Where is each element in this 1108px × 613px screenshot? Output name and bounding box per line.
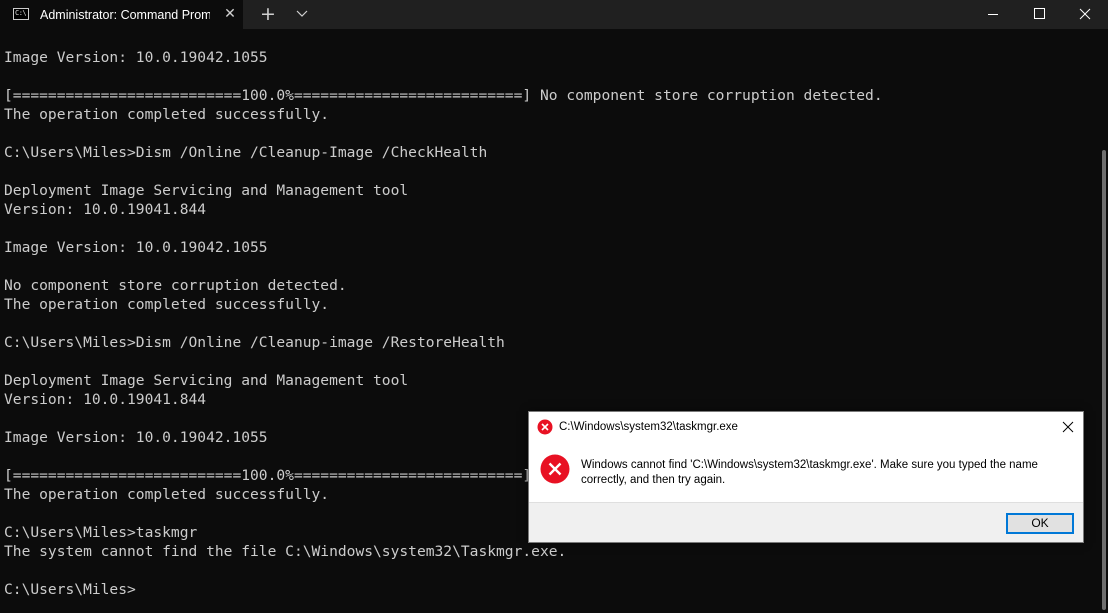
tab-close-icon[interactable]: ✕ [220, 4, 240, 24]
console-line: C:\Users\Miles> [4, 581, 136, 598]
console-line: [==========================100.0%=======… [4, 87, 883, 104]
dialog-close-icon[interactable] [1057, 416, 1079, 438]
error-dialog: C:\Windows\system32\taskmgr.exe Windows … [528, 411, 1084, 543]
console-line: The operation completed successfully. [4, 106, 330, 123]
dialog-title: C:\Windows\system32\taskmgr.exe [559, 421, 738, 433]
console-line: C:\Users\Miles>Dism /Online /Cleanup-ima… [4, 334, 505, 351]
console-line: Deployment Image Servicing and Managemen… [4, 182, 409, 199]
dialog-message: Windows cannot find 'C:\Windows\system32… [581, 459, 1038, 486]
terminal-icon-text: C:\ [15, 9, 27, 17]
dialog-footer: OK [529, 502, 1083, 542]
console-line: The system cannot find the file C:\Windo… [4, 543, 567, 560]
tab-command-prompt[interactable]: C:\ Administrator: Command Prompt ✕ [0, 0, 243, 29]
close-icon[interactable] [1062, 0, 1108, 29]
console-line: Version: 10.0.19041.844 [4, 201, 207, 218]
minimize-icon[interactable] [970, 0, 1016, 29]
new-tab-button[interactable]: + [256, 3, 280, 25]
tab-title: Administrator: Command Prompt [40, 8, 210, 22]
console-line: The operation completed successfully. [4, 296, 330, 313]
command-prompt-window: C:\ Administrator: Command Prompt ✕ + Im… [0, 0, 1108, 613]
scrollbar[interactable] [1102, 150, 1106, 610]
ok-button[interactable]: OK [1006, 513, 1074, 534]
error-icon [537, 419, 553, 435]
console-line: C:\Users\Miles>Dism /Online /Cleanup-Ima… [4, 144, 488, 161]
console-line: Deployment Image Servicing and Managemen… [4, 372, 409, 389]
console-line: No component store corruption detected. [4, 277, 347, 294]
chevron-down-icon[interactable] [290, 3, 314, 25]
console-line: Version: 10.0.19041.844 [4, 391, 207, 408]
console-line: Image Version: 10.0.19042.1055 [4, 239, 268, 256]
terminal-icon: C:\ [13, 8, 29, 20]
console-line: Image Version: 10.0.19042.1055 [4, 49, 268, 66]
maximize-icon[interactable] [1016, 0, 1062, 29]
error-icon [540, 454, 570, 484]
title-bar[interactable]: C:\ Administrator: Command Prompt ✕ + [0, 0, 1108, 29]
